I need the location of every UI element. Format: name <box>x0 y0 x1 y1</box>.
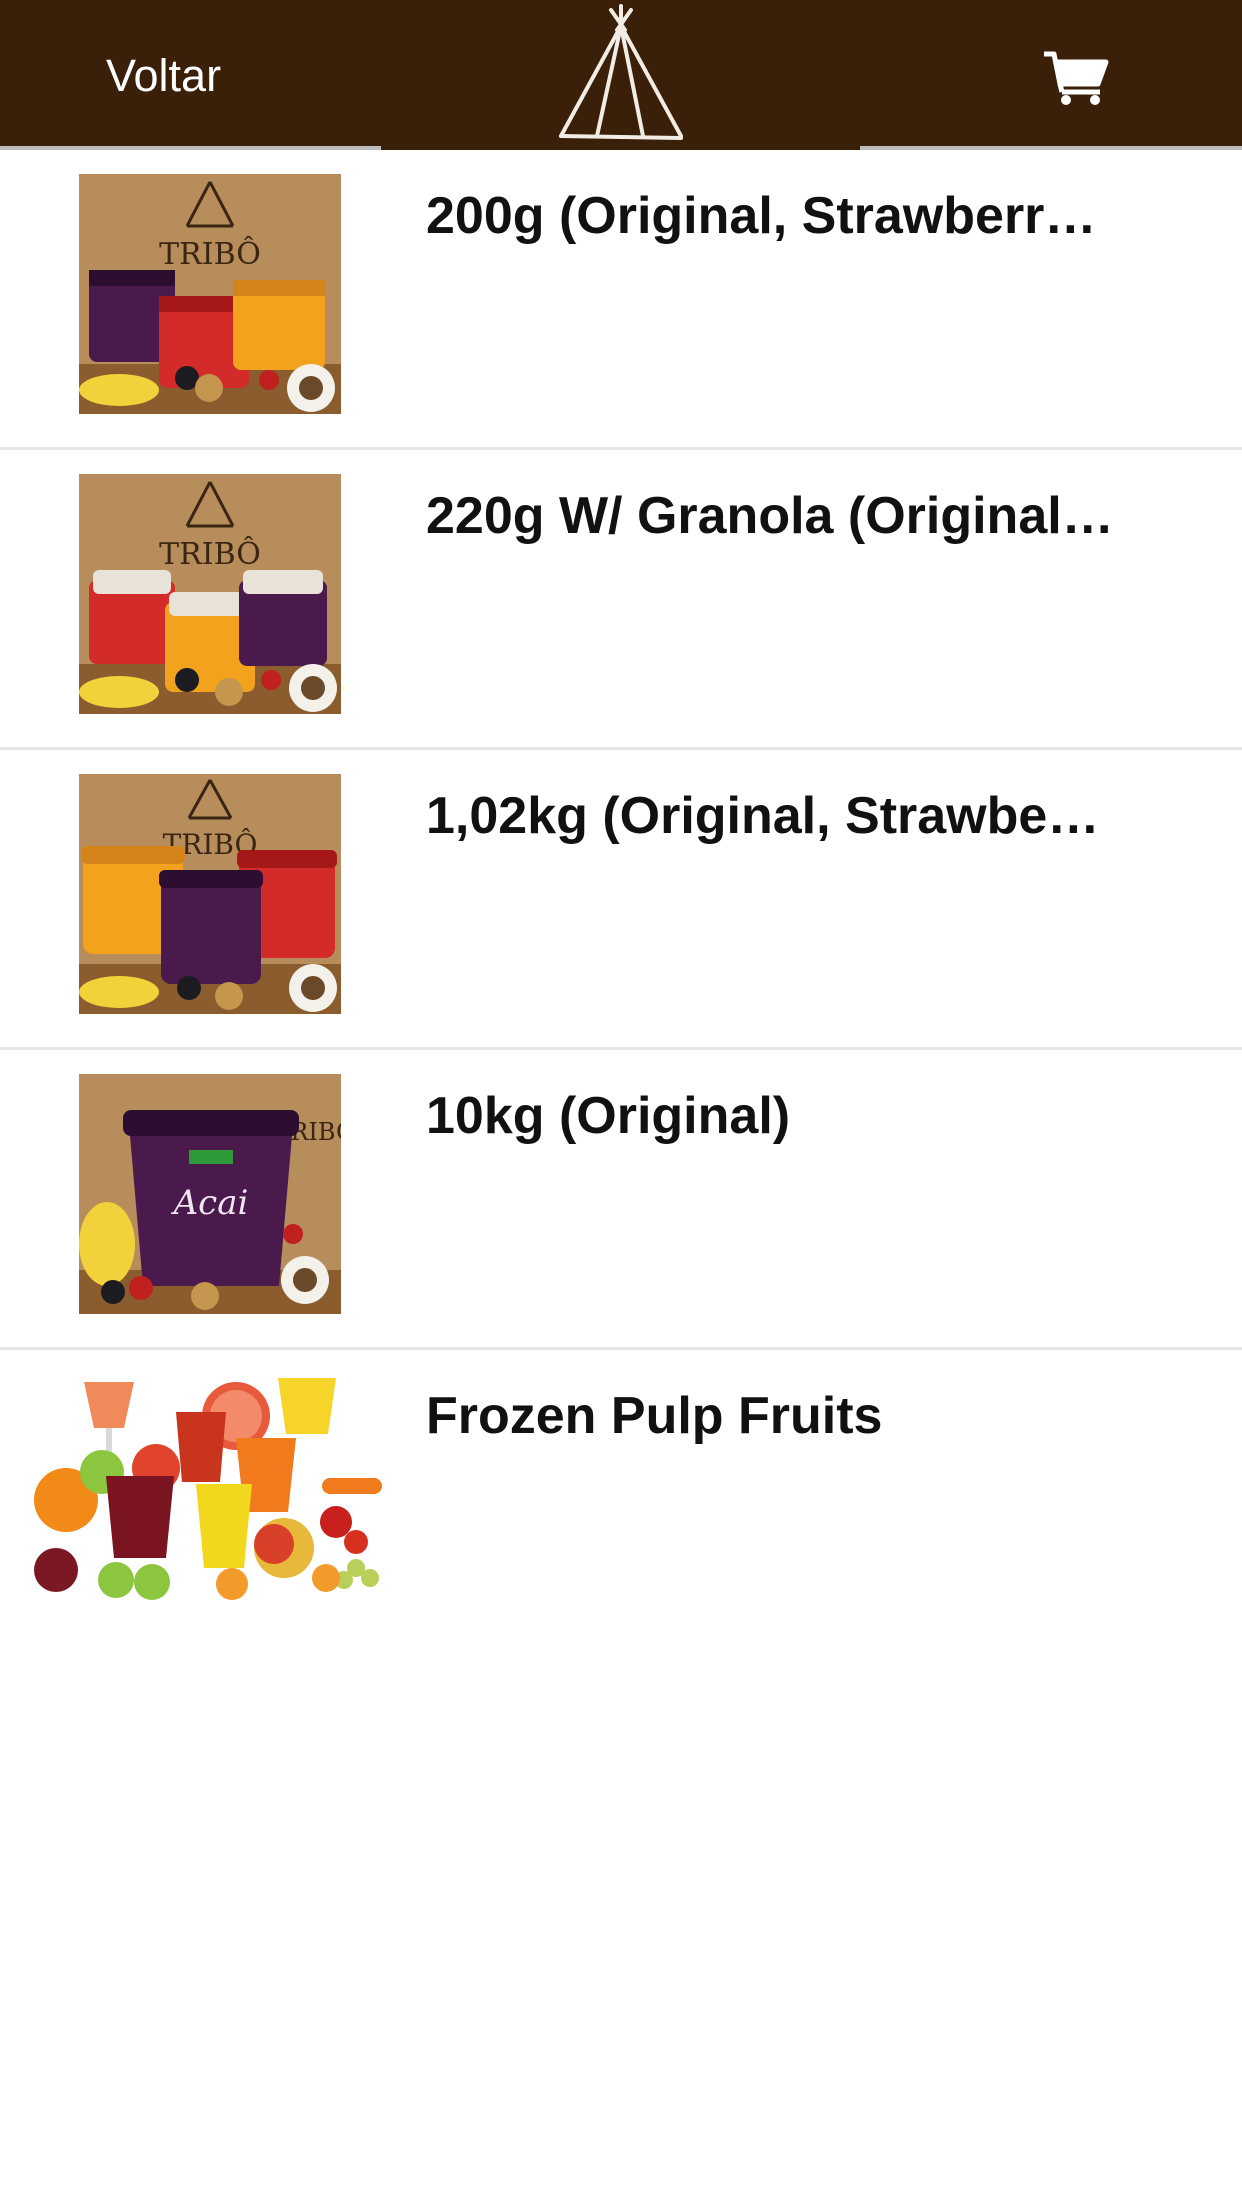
back-button[interactable]: Voltar <box>106 46 221 106</box>
product-list: TRIBÔ 200g (Original, Strawberry, Banana… <box>0 150 1242 1640</box>
product-title: Frozen Pulp Fruits <box>426 1387 883 1445</box>
product-title: 1,02kg (Original, Strawberry, Banana) <box>426 787 1116 845</box>
product-row[interactable]: TRIBÔ 1,02kg (Original, Strawberry, Bana… <box>0 750 1242 1050</box>
product-row[interactable]: TRIBÔ 200g (Original, Strawberry, Banana… <box>0 150 1242 450</box>
svg-text:TRIBÔ: TRIBÔ <box>159 236 261 272</box>
product-title: 200g (Original, Strawberry, Banana) <box>426 187 1116 245</box>
acai-10kg-bucket-image: TRIBÔ Acai <box>79 1074 341 1314</box>
svg-text:Acai: Acai <box>171 1183 249 1223</box>
product-row[interactable]: TRIBÔ Acai 10kg (Original) <box>0 1050 1242 1350</box>
product-title: 220g W/ Granola (Original, Strawberry, B… <box>426 487 1116 545</box>
cart-icon[interactable] <box>1042 50 1110 106</box>
fruit-juices-image <box>26 1372 390 1602</box>
svg-text:TRIBÔ: TRIBÔ <box>159 536 261 572</box>
acai-220g-granola-cups-image: TRIBÔ <box>79 474 341 714</box>
product-row[interactable]: TRIBÔ 220g W/ Granola (Original, Strawbe… <box>0 450 1242 750</box>
teepee-logo-icon <box>559 4 683 140</box>
product-title: 10kg (Original) <box>426 1087 791 1145</box>
product-row[interactable]: Frozen Pulp Fruits <box>0 1350 1242 1640</box>
navigation-bar: Voltar <box>0 0 1242 150</box>
acai-1kg-tubs-image: TRIBÔ <box>79 774 341 1014</box>
acai-200g-cups-image: TRIBÔ <box>79 174 341 414</box>
